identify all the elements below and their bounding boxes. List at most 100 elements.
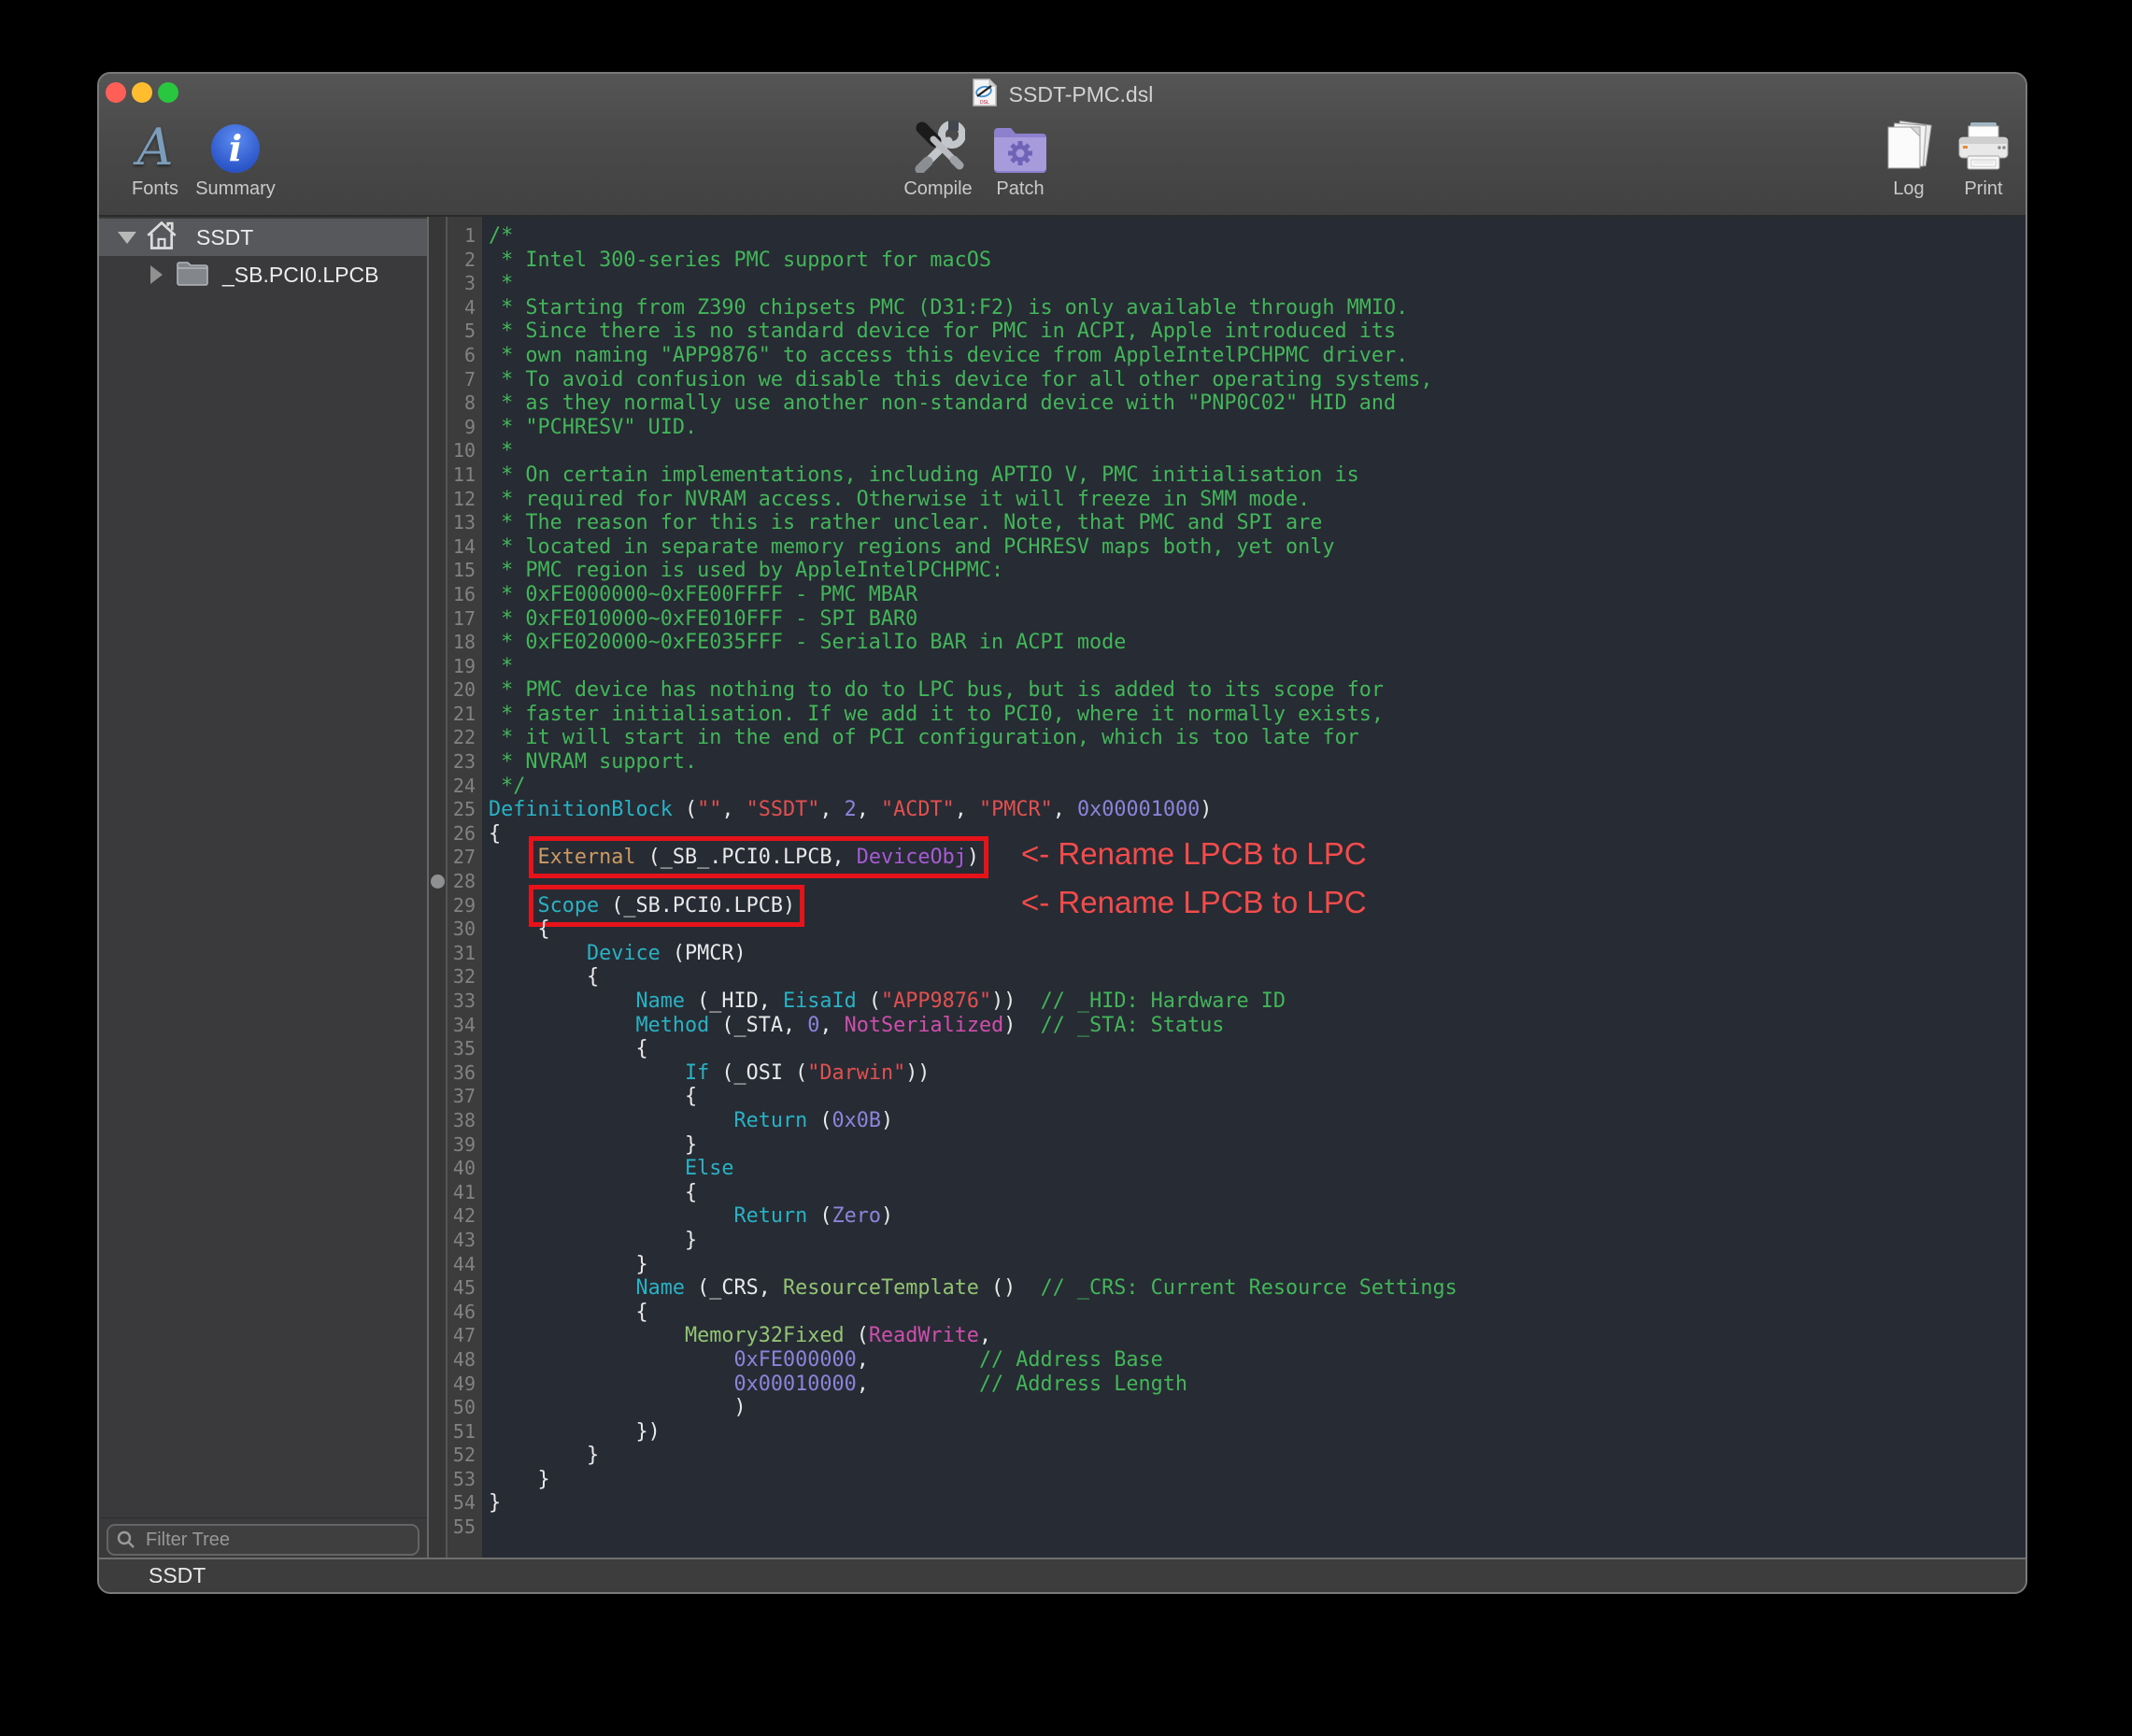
- summary-label: Summary: [195, 178, 276, 200]
- code-line: 1/*: [429, 224, 2025, 249]
- code-line: 35 {: [429, 1037, 2025, 1061]
- code-lines: 1/*2 * Intel 300-series PMC support for …: [429, 224, 2025, 1540]
- line-number: 41: [429, 1181, 479, 1205]
- line-number: 6: [429, 344, 479, 368]
- line-number: 36: [429, 1061, 479, 1086]
- line-number: 16: [429, 583, 479, 607]
- annotation-red-box: Scope (_SB.PCI0.LPCB): [538, 894, 796, 918]
- code-line: 45 Name (_CRS, ResourceTemplate () // _C…: [429, 1276, 2025, 1301]
- code-line: 25DefinitionBlock ("", "SSDT", 2, "ACDT"…: [429, 798, 2025, 822]
- code-line: 30 {: [429, 918, 2025, 942]
- summary-button[interactable]: i Summary: [189, 117, 282, 200]
- code-line: 16 * 0xFE000000~0xFE00FFFF - PMC MBAR: [429, 583, 2025, 607]
- code-line: 5 * Since there is no standard device fo…: [429, 320, 2025, 344]
- line-number: 17: [429, 607, 479, 632]
- line-number: 35: [429, 1037, 479, 1061]
- line-number: 1: [429, 224, 479, 249]
- log-label: Log: [1893, 178, 1924, 200]
- home-icon: [145, 219, 178, 257]
- code-line: 23 * NVRAM support.: [429, 750, 2025, 775]
- annotation-note: <- Rename LPCB to LPC: [1021, 890, 1367, 915]
- code-line: 41 {: [429, 1181, 2025, 1205]
- main-area: SSDT _SB.PCI0.LPCB: [99, 217, 2025, 1561]
- code-line: 33 Name (_HID, EisaId ("APP9876")) // _H…: [429, 989, 2025, 1014]
- log-button[interactable]: Log: [1879, 117, 1939, 200]
- code-line: 53 }: [429, 1468, 2025, 1492]
- line-number: 29: [429, 894, 479, 918]
- line-number: 5: [429, 320, 479, 344]
- annotation-red-box: External (_SB_.PCI0.LPCB, DeviceObj): [538, 846, 979, 869]
- print-button[interactable]: Print: [1954, 117, 2013, 200]
- tree-item-label: _SB.PCI0.LPCB: [222, 263, 378, 288]
- breakpoint-dot[interactable]: [431, 875, 445, 889]
- code-line: 48 0xFE000000, // Address Base: [429, 1348, 2025, 1373]
- code-line: 39 }: [429, 1133, 2025, 1158]
- code-line: 2 * Intel 300-series PMC support for mac…: [429, 249, 2025, 273]
- code-line: 40 Else: [429, 1157, 2025, 1181]
- code-line: 54}: [429, 1491, 2025, 1515]
- window-title: SSDT-PMC.dsl: [1009, 82, 1154, 107]
- line-number: 7: [429, 368, 479, 392]
- line-number: 40: [429, 1157, 479, 1181]
- filter-input[interactable]: [107, 1524, 419, 1556]
- code-line: 17 * 0xFE010000~0xFE010FFF - SPI BAR0: [429, 607, 2025, 632]
- code-line: 46 {: [429, 1301, 2025, 1325]
- code-line: 44 }: [429, 1253, 2025, 1277]
- line-number: 51: [429, 1420, 479, 1444]
- line-number: 33: [429, 989, 479, 1014]
- code-line: 32 {: [429, 965, 2025, 989]
- line-number: 18: [429, 631, 479, 655]
- code-editor[interactable]: 1/*2 * Intel 300-series PMC support for …: [429, 217, 2025, 1561]
- line-number: 52: [429, 1444, 479, 1468]
- line-number: 39: [429, 1133, 479, 1158]
- code-line: 27 External (_SB_.PCI0.LPCB, DeviceObj)<…: [429, 846, 2025, 870]
- line-number: 2: [429, 249, 479, 273]
- line-number: 50: [429, 1396, 479, 1420]
- code-line: 51 }): [429, 1420, 2025, 1444]
- compile-button[interactable]: Compile: [901, 117, 975, 200]
- tree-item-label: SSDT: [196, 225, 253, 250]
- code-line: 38 Return (0x0B): [429, 1109, 2025, 1133]
- fonts-button[interactable]: A Fonts: [121, 117, 189, 200]
- patch-button[interactable]: Patch: [988, 117, 1052, 200]
- line-number: 44: [429, 1253, 479, 1277]
- line-number: 42: [429, 1204, 479, 1229]
- code-line: 4 * Starting from Z390 chipsets PMC (D31…: [429, 296, 2025, 320]
- code-line: 22 * it will start in the end of PCI con…: [429, 726, 2025, 750]
- titlebar: DSL SSDT-PMC.dsl: [99, 79, 2025, 109]
- line-number: 34: [429, 1014, 479, 1038]
- line-number: 19: [429, 655, 479, 679]
- line-number: 22: [429, 726, 479, 750]
- sidebar: SSDT _SB.PCI0.LPCB: [99, 217, 429, 1561]
- print-icon: [1955, 117, 2011, 173]
- line-number: 24: [429, 775, 479, 799]
- line-number: 43: [429, 1229, 479, 1253]
- filter-bar: [99, 1517, 427, 1561]
- code-line: 11 * On certain implementations, includi…: [429, 463, 2025, 488]
- code-line: 31 Device (PMCR): [429, 942, 2025, 966]
- line-number: 27: [429, 846, 479, 870]
- line-number: 47: [429, 1324, 479, 1348]
- compile-label: Compile: [903, 178, 972, 200]
- tree-item-lpcb[interactable]: _SB.PCI0.LPCB: [99, 256, 427, 293]
- code-line: 15 * PMC region is used by AppleIntelPCH…: [429, 559, 2025, 583]
- line-number: 25: [429, 798, 479, 822]
- line-number: 20: [429, 678, 479, 703]
- line-number: 21: [429, 703, 479, 727]
- tree-item-ssdt[interactable]: SSDT: [99, 219, 427, 256]
- code-line: 7 * To avoid confusion we disable this d…: [429, 368, 2025, 392]
- line-number: 37: [429, 1085, 479, 1109]
- line-number: 38: [429, 1109, 479, 1133]
- line-number: 10: [429, 439, 479, 463]
- disclosure-expanded-icon[interactable]: [118, 232, 136, 244]
- log-icon: [1882, 117, 1936, 173]
- disclosure-collapsed-icon[interactable]: [150, 265, 163, 284]
- code-line: 29 Scope (_SB.PCI0.LPCB)<- Rename LPCB t…: [429, 894, 2025, 918]
- line-number: 3: [429, 272, 479, 296]
- code-line: 49 0x00010000, // Address Length: [429, 1373, 2025, 1397]
- code-line: 9 * "PCHRESV" UID.: [429, 416, 2025, 440]
- line-number: 54: [429, 1491, 479, 1515]
- code-line: 18 * 0xFE020000~0xFE035FFF - SerialIo BA…: [429, 631, 2025, 655]
- code-line: 24 */: [429, 775, 2025, 799]
- line-number: 4: [429, 296, 479, 320]
